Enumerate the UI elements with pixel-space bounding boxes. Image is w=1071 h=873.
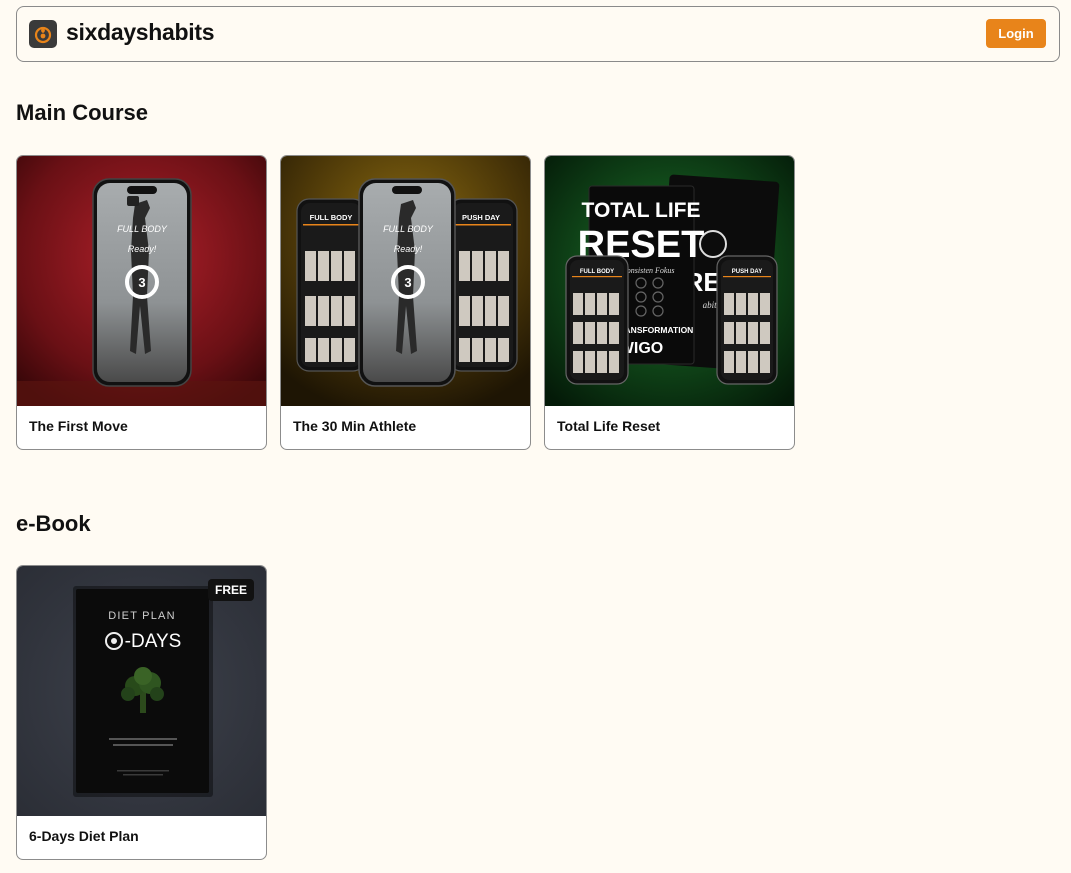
free-badge: FREE: [207, 579, 254, 601]
ebook-title[interactable]: 6-Days Diet Plan: [29, 828, 139, 844]
left-phone-label: FULL BODY: [310, 213, 353, 222]
screen-subtitle: Ready!: [128, 244, 157, 254]
right-phone-label: PUSH DAY: [462, 213, 500, 222]
right-phone-label: PUSH DAY: [732, 269, 762, 275]
countdown-number: 3: [404, 275, 411, 290]
login-button[interactable]: Login: [986, 19, 1046, 48]
course-card-the-30-min-athlete[interactable]: FULL BODY PUSH DAY FULL BODY Ready! 3 Th…: [280, 155, 531, 450]
book-title-line1: TOTAL LIFE: [582, 199, 701, 222]
course-card-total-life-reset[interactable]: RESI abit Tra TOTAL LIFE RESET dan Konsi…: [544, 155, 795, 450]
section-title-main-course: Main Course: [16, 100, 149, 125]
screen-title: FULL BODY: [117, 224, 168, 234]
course-card-the-first-move[interactable]: FULL BODY Ready! 3 The First Move: [16, 155, 267, 450]
screen-subtitle: Ready!: [394, 244, 423, 254]
countdown-number: 3: [138, 275, 145, 290]
flame-logo-icon[interactable]: [29, 20, 57, 48]
course-thumbnail: FULL BODY PUSH DAY FULL BODY Ready! 3: [281, 156, 530, 406]
course-title[interactable]: The First Move: [29, 418, 128, 434]
left-phone-label: FULL BODY: [580, 269, 614, 275]
ebook-card-6-days-diet-plan[interactable]: DIET PLAN -DAYS FREE 6-Days Diet Plan: [16, 565, 267, 860]
course-thumbnail: RESI abit Tra TOTAL LIFE RESET dan Konsi…: [545, 156, 794, 406]
course-thumbnail: FULL BODY Ready! 3: [17, 156, 266, 406]
screen-title: FULL BODY: [383, 224, 434, 234]
brand-name[interactable]: sixdayshabits: [66, 19, 215, 46]
section-title-ebook: e-Book: [16, 511, 91, 536]
top-navbar: sixdayshabits Login: [16, 6, 1060, 62]
course-title[interactable]: Total Life Reset: [557, 418, 660, 434]
cover-main-text: -DAYS: [125, 631, 182, 652]
ebook-thumbnail: DIET PLAN -DAYS: [17, 566, 266, 816]
cover-top-text: DIET PLAN: [108, 610, 175, 622]
course-title[interactable]: The 30 Min Athlete: [293, 418, 416, 434]
